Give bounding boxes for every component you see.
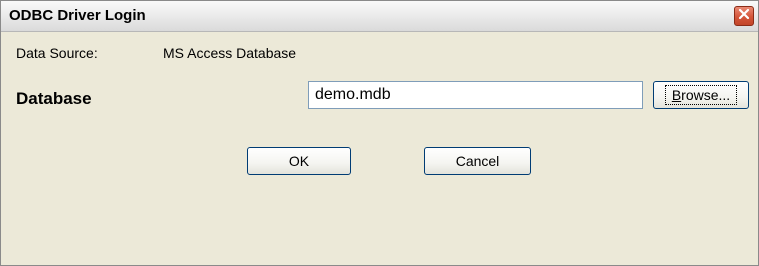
ok-button[interactable]: OK xyxy=(247,147,351,175)
close-button[interactable] xyxy=(734,6,754,26)
cancel-button[interactable]: Cancel xyxy=(424,147,531,175)
database-label: Database xyxy=(16,89,92,108)
title-bar[interactable]: ODBC Driver Login xyxy=(1,1,758,32)
odbc-login-dialog: ODBC Driver Login Data Source: MS Access… xyxy=(0,0,759,266)
data-source-label: Data Source: xyxy=(16,45,98,61)
close-icon xyxy=(738,7,750,25)
dialog-title: ODBC Driver Login xyxy=(9,7,146,24)
browse-button-label: Browse... xyxy=(664,85,738,105)
browse-button[interactable]: Browse... xyxy=(653,81,749,109)
data-source-value: MS Access Database xyxy=(163,45,297,61)
dialog-body xyxy=(1,32,758,265)
database-input[interactable] xyxy=(308,81,643,109)
